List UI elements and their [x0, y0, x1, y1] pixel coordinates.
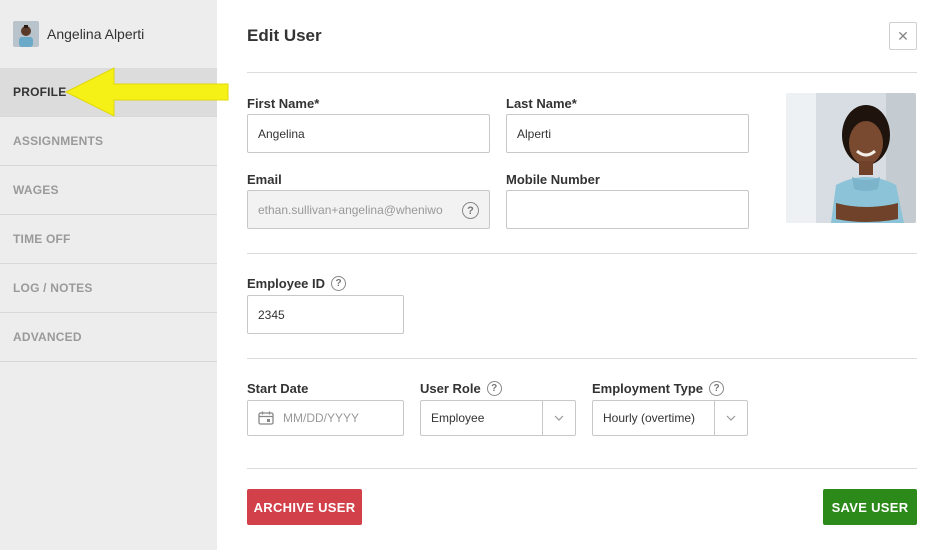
sidebar-user-header: Angelina Alperti [0, 0, 217, 68]
user-role-help-icon[interactable]: ? [486, 381, 502, 396]
calendar-icon [258, 411, 274, 425]
avatar [13, 21, 39, 47]
profile-photo[interactable] [786, 93, 916, 223]
employment-type-select[interactable]: Hourly (overtime) [592, 400, 748, 436]
annotation-arrow [64, 67, 229, 117]
email-value: ethan.sullivan+angelina@wheniwo [258, 202, 443, 217]
employment-type-help-icon[interactable]: ? [709, 381, 725, 396]
email-help-icon[interactable]: ? [462, 202, 479, 219]
employment-type-label: Employment Type ? [592, 381, 725, 396]
divider [247, 358, 917, 359]
employee-id-help-icon[interactable]: ? [331, 276, 347, 291]
employee-id-label-text: Employee ID [247, 276, 326, 291]
chevron-down-icon[interactable] [542, 401, 575, 435]
sidebar-item-assignments[interactable]: ASSIGNMENTS [0, 117, 217, 166]
employee-id-label: Employee ID ? [247, 276, 347, 291]
email-field[interactable]: ethan.sullivan+angelina@wheniwo ? [247, 190, 490, 229]
sidebar-item-advanced[interactable]: ADVANCED [0, 313, 217, 362]
sidebar-item-log-notes[interactable]: LOG / NOTES [0, 264, 217, 313]
last-name-value: Alperti [517, 126, 552, 141]
save-user-button[interactable]: SAVE USER [823, 489, 917, 525]
archive-user-button[interactable]: ARCHIVE USER [247, 489, 362, 525]
start-date-input[interactable]: MM/DD/YYYY [247, 400, 404, 436]
user-role-label-text: User Role [420, 381, 481, 396]
sidebar-item-time-off[interactable]: TIME OFF [0, 215, 217, 264]
employee-id-value: 2345 [258, 307, 285, 322]
edit-user-panel: Edit User ✕ First Name* Angelina Last Na… [217, 0, 944, 550]
mobile-number-input[interactable] [506, 190, 749, 229]
first-name-value: Angelina [258, 126, 305, 141]
first-name-input[interactable]: Angelina [247, 114, 490, 153]
close-button[interactable]: ✕ [889, 22, 917, 50]
employment-type-value: Hourly (overtime) [603, 411, 696, 425]
divider [247, 253, 917, 254]
mobile-number-label: Mobile Number [506, 172, 600, 187]
employment-type-label-text: Employment Type [592, 381, 704, 396]
user-role-label: User Role ? [420, 381, 502, 396]
divider [247, 468, 917, 469]
last-name-label: Last Name* [506, 96, 577, 111]
close-icon: ✕ [897, 27, 909, 44]
user-role-select[interactable]: Employee [420, 400, 576, 436]
start-date-label: Start Date [247, 381, 309, 396]
user-role-value: Employee [431, 411, 485, 425]
sidebar-item-wages[interactable]: WAGES [0, 166, 217, 215]
last-name-input[interactable]: Alperti [506, 114, 749, 153]
sidebar-user-name: Angelina Alperti [47, 26, 145, 42]
chevron-down-icon[interactable] [714, 401, 747, 435]
start-date-placeholder: MM/DD/YYYY [283, 411, 360, 425]
email-label: Email [247, 172, 282, 187]
employee-id-input[interactable]: 2345 [247, 295, 404, 334]
page-title: Edit User [247, 26, 322, 45]
first-name-label: First Name* [247, 96, 320, 111]
divider [247, 72, 917, 73]
